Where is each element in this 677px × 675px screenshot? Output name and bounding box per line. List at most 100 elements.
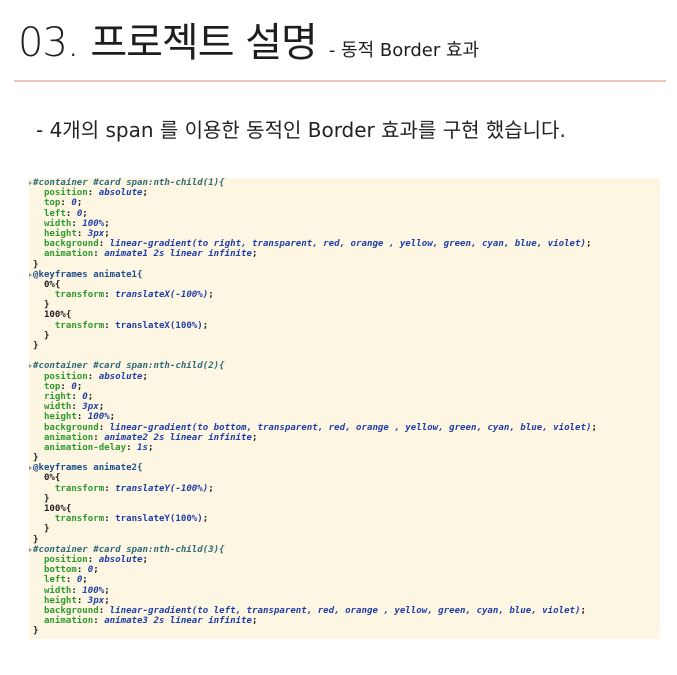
- code-line: }: [29, 300, 660, 310]
- fold-marker-icon[interactable]: [29, 363, 32, 370]
- code-line: top: 0;: [43, 381, 83, 392]
- css-value: absolute: [98, 554, 143, 565]
- css-code-block: #container #card span:nth-child(1){ posi…: [29, 178, 660, 636]
- css-value: 0: [76, 575, 83, 586]
- css-property: height: [43, 595, 77, 606]
- code-line: animation-delay: 1s;: [43, 442, 154, 453]
- code-text: 100%{: [43, 310, 72, 321]
- css-value: 1s: [137, 442, 148, 453]
- css-property: animation: [43, 616, 94, 627]
- keyframes-rule: @keyframes animate1{: [33, 269, 143, 280]
- code-line: position: absolute;: [43, 554, 149, 565]
- css-value: absolute: [98, 371, 143, 382]
- code-line: animation: animate1 2s linear infinite;: [43, 249, 258, 260]
- css-value: absolute: [98, 188, 143, 199]
- css-value: 3px: [87, 228, 105, 239]
- code-text: }: [33, 453, 39, 464]
- code-line: position: absolute;: [43, 371, 149, 382]
- css-property: width: [43, 585, 72, 596]
- css-property: height: [43, 228, 77, 239]
- code-line: left: 0;: [43, 208, 88, 219]
- code-text: }: [33, 259, 39, 270]
- code-screenshot-panel: #container #card span:nth-child(1){ posi…: [29, 178, 660, 639]
- code-line: height: 100%;: [43, 412, 116, 423]
- css-property: position: [43, 371, 88, 382]
- css-value: linear-gradient(to bottom, transparent, …: [109, 422, 592, 433]
- css-property: transform: [54, 483, 105, 494]
- code-line: background: linear-gradient(to left, tra…: [43, 605, 586, 616]
- css-property: left: [43, 575, 66, 586]
- code-line: background: linear-gradient(to bottom, t…: [43, 422, 597, 433]
- code-text: 100%{: [43, 504, 72, 514]
- css-selector: #container #card span:nth-child(2){: [33, 361, 225, 372]
- code-line: background: linear-gradient(to right, tr…: [43, 239, 592, 250]
- code-line: 100%{: [29, 504, 660, 514]
- code-line: }: [29, 260, 660, 270]
- code-text: }: [43, 300, 50, 311]
- css-property: height: [43, 412, 77, 423]
- css-value: translateY(-100%): [115, 483, 209, 494]
- css-property: top: [43, 198, 61, 209]
- css-value: linear-gradient(to right, transparent, r…: [109, 239, 586, 250]
- code-text: }: [33, 341, 39, 351]
- css-property: background: [43, 422, 99, 433]
- code-text: }: [43, 330, 50, 341]
- code-line: bottom: 0;: [43, 565, 99, 576]
- code-line: height: 3px;: [43, 228, 110, 239]
- css-value: 100%: [87, 412, 110, 423]
- code-text: }: [33, 534, 39, 545]
- code-text: }: [43, 524, 50, 535]
- code-line: animation: animate3 2s linear infinite;: [43, 616, 258, 627]
- code-text: 0%{: [43, 473, 61, 484]
- css-value: 100%: [82, 585, 105, 596]
- css-value: 0: [71, 381, 77, 392]
- fold-marker-icon[interactable]: [29, 465, 32, 472]
- css-property: left: [43, 208, 66, 219]
- project-description: - 4개의 span 를 이용한 동적인 Border 효과를 구현 했습니다.: [36, 118, 566, 142]
- code-line: @keyframes animate1{: [29, 270, 660, 280]
- code-line: }: [29, 494, 660, 504]
- code-line: }: [29, 331, 660, 341]
- code-line: }: [29, 453, 660, 463]
- code-line: left: 0;: [43, 575, 88, 586]
- fold-marker-icon[interactable]: [29, 271, 32, 278]
- slide-subtitle: - 동적 Border 효과: [328, 40, 480, 61]
- css-property: right: [43, 391, 72, 402]
- code-line: width: 100%;: [43, 585, 110, 596]
- css-property: transform: [54, 514, 105, 525]
- keyframes-rule: @keyframes animate2{: [33, 463, 143, 474]
- code-line: transform: translateY(100%);: [54, 514, 209, 525]
- code-line: top: 0;: [43, 198, 83, 209]
- css-property: position: [43, 554, 88, 565]
- code-line: #container #card span:nth-child(1){: [29, 178, 660, 188]
- css-value: 3px: [87, 595, 105, 606]
- css-value: animate3 2s linear infinite: [104, 616, 253, 627]
- code-line: #container #card span:nth-child(2){: [29, 361, 660, 371]
- code-text: 0%{: [43, 279, 61, 290]
- code-line: transform: translateX(100%);: [54, 320, 209, 331]
- code-line: }: [29, 524, 660, 534]
- fold-marker-icon[interactable]: [29, 546, 32, 553]
- css-property: bottom: [43, 565, 77, 576]
- css-value: translateX(-100%): [115, 290, 209, 301]
- css-property: transform: [54, 290, 105, 301]
- css-property: animation: [43, 432, 94, 443]
- css-property: background: [43, 605, 99, 616]
- css-value: 3px: [82, 402, 99, 413]
- code-line: #container #card span:nth-child(3){: [29, 545, 660, 555]
- css-value: 100%: [82, 218, 105, 229]
- css-property: animation: [43, 249, 94, 260]
- code-line: }: [29, 626, 660, 636]
- css-selector: #container #card span:nth-child(3){: [33, 544, 225, 555]
- code-line: height: 3px;: [43, 595, 110, 606]
- code-line: transform: translateX(-100%);: [54, 290, 214, 301]
- css-value: translateY(100%): [115, 514, 203, 525]
- css-selector: #container #card span:nth-child(1){: [33, 178, 225, 188]
- code-line: 100%{: [29, 310, 660, 320]
- code-line: right: 0;: [43, 391, 94, 402]
- code-text: }: [33, 626, 39, 637]
- css-property: transform: [54, 320, 105, 331]
- code-line: }: [29, 341, 660, 351]
- fold-marker-icon[interactable]: [29, 180, 32, 186]
